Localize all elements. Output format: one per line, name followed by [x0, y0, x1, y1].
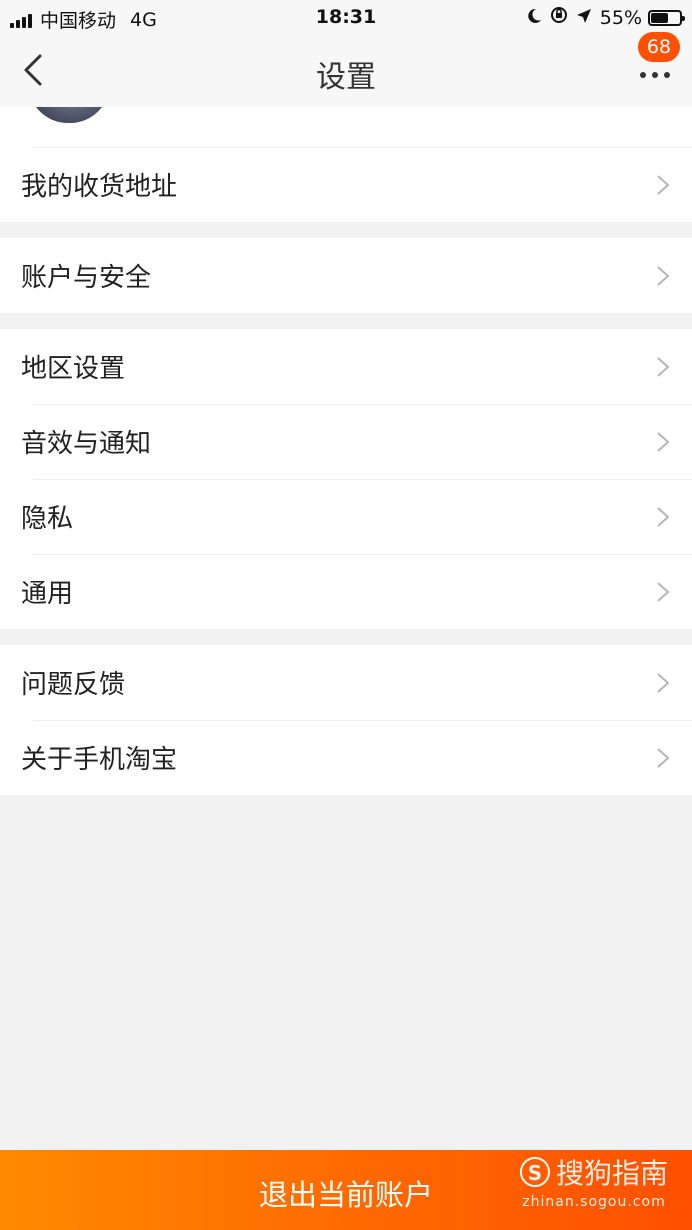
settings-item-shipping-address[interactable]: 我的收货地址: [0, 147, 692, 222]
settings-group-address: 我的收货地址: [0, 147, 692, 222]
watermark-name: 搜狗指南: [555, 1157, 668, 1190]
more-dots-icon: [640, 72, 670, 78]
chevron-right-icon: [657, 266, 670, 286]
notification-badge: 68: [638, 32, 680, 62]
chevron-right-icon: [657, 357, 670, 377]
settings-item-region[interactable]: 地区设置: [0, 329, 692, 404]
settings-group-about: 问题反馈 关于手机淘宝: [0, 645, 692, 795]
settings-group-general: 地区设置 音效与通知 隐私 通用: [0, 329, 692, 629]
page-title: 设置: [316, 60, 376, 95]
settings-item-label: 问题反馈: [21, 670, 126, 700]
location-arrow-icon: [576, 7, 592, 29]
settings-item-about[interactable]: 关于手机淘宝: [0, 720, 692, 795]
settings-item-label: 我的收货地址: [21, 172, 178, 202]
settings-item-sound-notification[interactable]: 音效与通知: [0, 404, 692, 479]
watermark: S 搜狗指南 zhinan.sogou.com: [519, 1152, 668, 1210]
chevron-right-icon: [657, 673, 670, 693]
settings-item-label: 通用: [21, 579, 74, 609]
chevron-right-icon: [657, 432, 670, 452]
settings-item-label: 隐私: [21, 504, 74, 534]
watermark-url: zhinan.sogou.com: [522, 1194, 666, 1210]
settings-item-general[interactable]: 通用: [0, 554, 692, 629]
rotation-lock-icon: [550, 6, 568, 29]
settings-item-label: 地区设置: [21, 354, 126, 384]
settings-item-label: 账户与安全: [21, 263, 152, 293]
settings-group-account: 账户与安全: [0, 238, 692, 313]
status-bar: 中国移动 4G 18:31 55%: [0, 0, 692, 36]
sogou-logo-icon: S: [519, 1157, 550, 1187]
settings-item-feedback[interactable]: 问题反馈: [0, 645, 692, 720]
settings-item-privacy[interactable]: 隐私: [0, 479, 692, 554]
settings-item-label: 关于手机淘宝: [21, 745, 178, 775]
logout-button[interactable]: 退出当前账户 S 搜狗指南 zhinan.sogou.com: [0, 1150, 692, 1230]
avatar: [28, 107, 110, 123]
battery-percent: 55%: [599, 6, 642, 29]
chevron-right-icon: [657, 175, 670, 195]
profile-row[interactable]: [0, 107, 692, 147]
chevron-right-icon: [657, 748, 670, 768]
nav-header: 设置 68: [0, 32, 692, 108]
chevron-right-icon: [657, 507, 670, 527]
status-right: 55%: [526, 6, 685, 29]
moon-icon: [526, 7, 542, 29]
more-button[interactable]: [638, 66, 672, 78]
settings-content: 我的收货地址 账户与安全 地区设置 音效与通知 隐私 通用 问题反馈 关于手机淘…: [0, 107, 692, 811]
settings-item-label: 音效与通知: [21, 429, 152, 459]
chevron-right-icon: [657, 582, 670, 602]
battery-icon: [648, 9, 685, 26]
settings-item-account-security[interactable]: 账户与安全: [0, 238, 692, 313]
